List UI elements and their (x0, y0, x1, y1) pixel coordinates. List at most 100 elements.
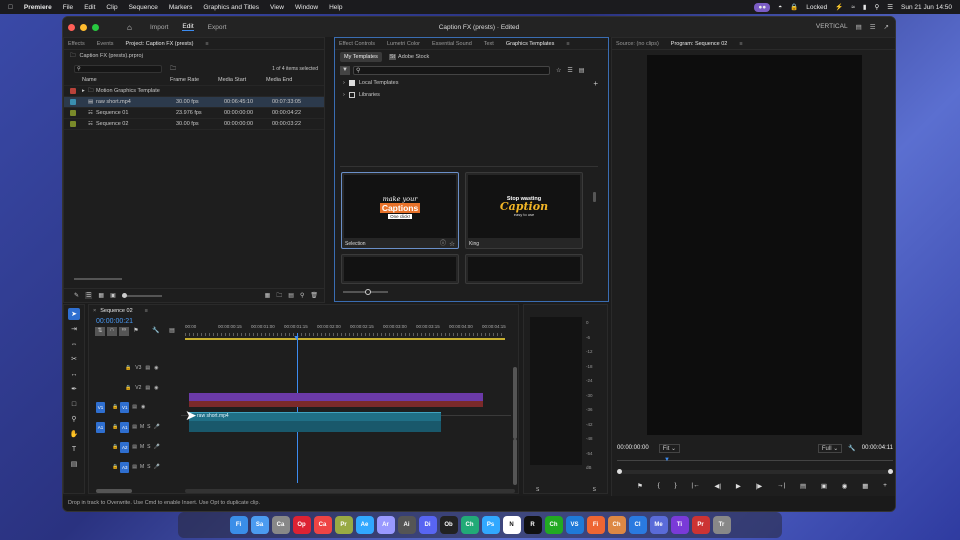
program-timecode[interactable]: 00:00:00:00 (617, 445, 649, 451)
sync-icon[interactable]: ▤ (132, 424, 137, 430)
tab-effects[interactable]: Effects (68, 41, 85, 47)
time-ruler[interactable]: 00:00 00:00:00:15 00:00:01:00 00:00:01:15 00… (185, 318, 506, 342)
program-zoom-bar[interactable] (617, 469, 893, 474)
mark-out-icon[interactable]: } (675, 482, 677, 490)
project-search-input[interactable]: ⚲ (74, 64, 162, 73)
timeline-audio-scrollbar[interactable] (513, 439, 517, 485)
favorite-star-icon[interactable]: ☆ (449, 240, 455, 248)
comparison-icon[interactable]: ▦ (862, 482, 868, 490)
header-name[interactable]: Name (82, 77, 158, 83)
freeform-view-icon[interactable]: ▣ (110, 292, 116, 299)
menu-markers[interactable]: Markers (169, 4, 192, 11)
ripple-edit-tool-icon[interactable]: ⇔ (68, 338, 80, 350)
more-icon[interactable]: + (883, 482, 887, 490)
snap-icon[interactable]: ∩ (107, 327, 117, 336)
close-window-button[interactable] (68, 23, 75, 31)
source-patch-v1[interactable]: V1 (96, 401, 105, 413)
play-icon[interactable]: ▶ (736, 482, 741, 490)
mute-button[interactable]: M (140, 464, 144, 470)
rectangle-tool-icon[interactable]: □ (68, 398, 80, 410)
workspace-import[interactable]: Import (150, 24, 168, 31)
tab-source[interactable]: Source: (no clips) (616, 41, 659, 47)
add-marker-icon[interactable]: ⚑ (637, 482, 643, 490)
menu-view[interactable]: View (270, 4, 284, 11)
dock-app-icon[interactable]: Di (418, 516, 437, 534)
panel-menu-icon[interactable]: ≡ (739, 41, 742, 47)
work-area-bar[interactable] (185, 338, 505, 340)
razor-tool-icon[interactable]: ✂ (68, 353, 80, 365)
zoom-window-button[interactable] (92, 23, 99, 31)
solo-button[interactable]: S (147, 444, 150, 450)
mic-icon[interactable]: 🎤 (153, 444, 159, 450)
sync-icon[interactable]: ▤ (132, 444, 137, 450)
header-frame-rate[interactable]: Frame Rate (170, 77, 218, 83)
go-to-in-icon[interactable]: |← (691, 482, 699, 490)
sync-icon[interactable]: ▤ (145, 365, 150, 371)
tab-sequence[interactable]: Sequence 02 (100, 308, 132, 314)
wrench-icon[interactable]: 🔧 (848, 445, 855, 452)
track-select-tool-icon[interactable]: ⇥ (68, 323, 80, 335)
dock-app-icon[interactable]: R (523, 516, 542, 534)
zoom-handle-left[interactable] (617, 469, 622, 474)
panel-menu-icon[interactable]: ≡ (145, 308, 148, 314)
eye-icon[interactable]: ◉ (154, 365, 158, 371)
dock-app-icon[interactable]: Me (649, 516, 668, 534)
workspace-export[interactable]: Export (208, 24, 227, 31)
eye-icon[interactable]: ◉ (154, 385, 158, 391)
bolt-icon[interactable]: ⚡ (835, 3, 843, 11)
caption-track-icon[interactable]: ▤ (167, 327, 177, 336)
eg-v-scrollbar[interactable] (593, 192, 596, 202)
graphic-clip-v2[interactable] (189, 393, 483, 401)
linked-selection-icon[interactable]: ∞ (119, 327, 129, 336)
dock-app-icon[interactable]: N (502, 516, 521, 534)
dock-app-icon[interactable]: Pr (334, 516, 353, 534)
quick-export-icon[interactable]: ▤ (856, 23, 862, 31)
workspace-edit[interactable]: Edit (182, 23, 194, 31)
selection-tool-icon[interactable]: ➤ (68, 308, 80, 320)
lift-icon[interactable]: ▤ (800, 482, 806, 490)
settings-wrench-icon[interactable]: 🔧 (151, 327, 161, 336)
step-back-icon[interactable]: ◀| (714, 482, 721, 490)
dock-app-icon[interactable]: Ps (481, 516, 500, 534)
solo-button[interactable]: S (147, 464, 150, 470)
dock-app-icon[interactable]: Ai (397, 516, 416, 534)
project-row[interactable]: ▤ raw short.mp4 30.00 fps 00:06:45:10 00… (64, 97, 324, 108)
dock-app-icon[interactable]: Ch (607, 516, 626, 534)
menu-edit[interactable]: Edit (84, 4, 95, 11)
local-templates-row[interactable]: › Local Templates + (335, 77, 608, 89)
track-label[interactable]: V1 (120, 401, 130, 413)
tab-project[interactable]: Project: Caption FX (prests) (126, 41, 194, 47)
menu-app-name[interactable]: Premiere (24, 4, 52, 11)
lock-icon[interactable]: 🔒 (790, 3, 798, 11)
dock-app-icon[interactable]: Op (292, 516, 311, 534)
dock-app-icon[interactable]: Pr (691, 516, 710, 534)
new-bin-footer-icon[interactable]: 🗀 (276, 291, 282, 301)
sort-icon[interactable]: ▦ (265, 292, 271, 299)
timeline-timecode[interactable]: 00:00:00:21 (96, 318, 133, 325)
meter-solo-right[interactable]: S (593, 487, 596, 493)
fullscreen-icon[interactable]: ↗ (884, 23, 889, 31)
tab-lumetri-color[interactable]: Lumetri Color (387, 41, 420, 47)
template-card[interactable] (465, 254, 583, 284)
thumbnail-size-thumb[interactable] (365, 289, 371, 295)
libraries-checkbox[interactable] (348, 92, 355, 98)
quality-dropdown[interactable]: Full ⌄ (817, 443, 843, 453)
new-item-icon[interactable]: ▤ (288, 292, 294, 299)
mic-icon[interactable]: 🎤 (153, 424, 159, 430)
zoom-handle-right[interactable] (888, 469, 893, 474)
libraries-row[interactable]: › Libraries (335, 89, 608, 101)
dock-app-icon[interactable]: Cl (628, 516, 647, 534)
menu-clip[interactable]: Clip (106, 4, 117, 11)
tab-text[interactable]: Text (484, 41, 494, 47)
template-card[interactable]: make your Captions One click! Selection … (341, 172, 459, 249)
lock-status[interactable]: Locked (806, 4, 827, 11)
camera-icon[interactable]: ◉ (842, 482, 848, 490)
home-icon[interactable]: ⌂ (127, 23, 136, 32)
dock-app-icon[interactable]: Fi (229, 516, 248, 534)
menu-window[interactable]: Window (295, 4, 318, 11)
dock-app-icon[interactable]: Fi (586, 516, 605, 534)
header-media-end[interactable]: Media End (266, 77, 306, 83)
progress-icon[interactable]: ☰ (870, 23, 876, 31)
template-card[interactable]: Stop wasting Caption easy to use King (465, 172, 583, 249)
icon-view-icon[interactable]: ▦ (98, 292, 104, 299)
